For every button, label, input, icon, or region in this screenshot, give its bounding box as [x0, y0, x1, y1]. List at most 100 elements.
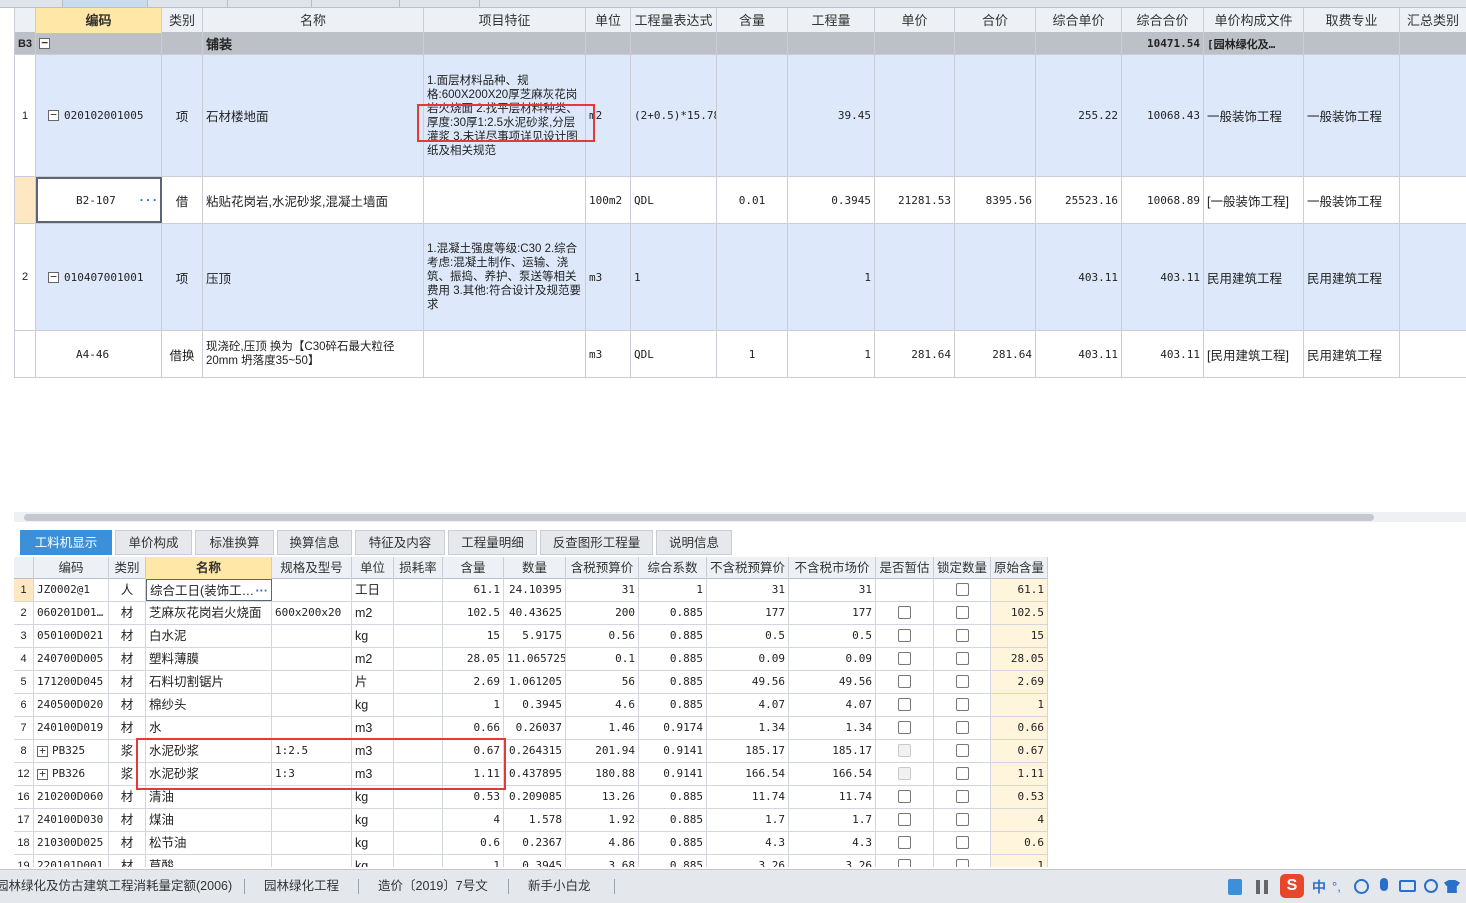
tab-standard-conversion[interactable]: 标准换算 — [195, 530, 274, 555]
cell-tax_price[interactable]: 0.1 — [566, 648, 639, 670]
row-number[interactable] — [15, 331, 36, 377]
cell-content[interactable]: 0.66 — [443, 717, 504, 739]
collapse-icon[interactable]: − — [39, 37, 50, 49]
cell-tax_price[interactable]: 1.46 — [566, 717, 639, 739]
cell-type[interactable]: 材 — [109, 602, 146, 624]
cell-tax_price[interactable]: 200 — [566, 602, 639, 624]
top-tab-4[interactable] — [228, 0, 312, 7]
cell-qty[interactable]: 0.3945 — [504, 694, 566, 716]
cell-coef[interactable]: 0.885 — [639, 625, 707, 647]
cell-spec[interactable]: 1:3 — [272, 763, 352, 785]
cell-unit[interactable] — [586, 33, 631, 54]
lock-qty-checkbox[interactable] — [955, 812, 969, 826]
cell-specialty[interactable]: 一般装饰工程 — [1304, 55, 1400, 176]
cell-tax_price[interactable]: 180.88 — [566, 763, 639, 785]
cell-name[interactable]: 粘贴花岗岩,水泥砂浆,混凝土墙面 — [203, 177, 424, 223]
cell-tax_price[interactable]: 1.92 — [566, 809, 639, 831]
cell-name[interactable]: 水 — [146, 717, 272, 739]
cell-loss[interactable] — [394, 625, 443, 647]
cell-orig[interactable]: 0.6 — [991, 832, 1048, 854]
row-number[interactable]: 2 — [14, 602, 34, 624]
boq-header-type[interactable]: 类别 — [162, 8, 203, 33]
cell-spec[interactable] — [272, 579, 352, 601]
cell-orig[interactable]: 1 — [991, 694, 1048, 716]
cell-notax_budget[interactable]: 4.07 — [707, 694, 789, 716]
boq-header-features[interactable]: 项目特征 — [424, 8, 586, 33]
resource-row[interactable]: 2 060201D01… 材芝麻灰花岗岩火烧面 600x200x20 m2 102.5 40… — [14, 602, 1048, 625]
resource-row[interactable]: 5 171200D045 材石料切割锯片片 2.69 1.061205 56 0.885 49… — [14, 671, 1048, 694]
cell-name[interactable]: 综合工日(装饰工… ··· — [146, 579, 272, 601]
cell-content[interactable]: 1 — [443, 855, 504, 867]
row-number[interactable]: 18 — [14, 832, 34, 854]
cell-tax_price[interactable]: 201.94 — [566, 740, 639, 762]
top-tab-1[interactable] — [0, 0, 63, 7]
cell-tax_price[interactable]: 56 — [566, 671, 639, 693]
cell-type[interactable]: 浆 — [109, 763, 146, 785]
cell-loss[interactable] — [394, 671, 443, 693]
boq-header-file[interactable]: 单价构成文件 — [1204, 8, 1304, 33]
cell-type[interactable]: 材 — [109, 671, 146, 693]
cell-code[interactable]: 240700D005 — [34, 648, 109, 670]
cell-content[interactable]: 61.1 — [443, 579, 504, 601]
cell-tax_price[interactable]: 0.56 — [566, 625, 639, 647]
cell-est[interactable] — [876, 855, 934, 867]
cell-file[interactable]: [民用建筑工程] — [1204, 331, 1304, 377]
lock-qty-checkbox[interactable] — [955, 697, 969, 711]
resource-header-lock[interactable]: 锁定数量 — [934, 557, 991, 579]
resource-header-coef[interactable]: 综合系数 — [639, 557, 707, 579]
tab-quantity-detail[interactable]: 工程量明细 — [448, 530, 537, 555]
cell-tax_price[interactable]: 13.26 — [566, 786, 639, 808]
cell-orig[interactable]: 1.11 — [991, 763, 1048, 785]
cell-type[interactable]: 材 — [109, 648, 146, 670]
cell-total[interactable] — [955, 33, 1036, 54]
cell-orig[interactable]: 1 — [991, 855, 1048, 867]
cell-features[interactable]: 1.面层材料品种、规格:600X200X20厚芝麻灰花岗岩火烧面 2.找平层材料… — [424, 55, 586, 176]
cell-qty[interactable]: 1.061205 — [504, 671, 566, 693]
cell-coef[interactable]: 0.885 — [639, 694, 707, 716]
cell-spec[interactable]: 600x200x20 — [272, 602, 352, 624]
boq-header-content[interactable]: 含量 — [717, 8, 788, 33]
row-number[interactable]: 3 — [14, 625, 34, 647]
cell-unit[interactable]: m2 — [586, 55, 631, 176]
cell-notax_budget[interactable]: 166.54 — [707, 763, 789, 785]
cell-lock[interactable] — [934, 786, 991, 808]
cell-lock[interactable] — [934, 855, 991, 867]
quota-row[interactable]: B2-107 ··· 借粘贴花岗岩,水泥砂浆,混凝土墙面 100m2 QDL 0.01 0.… — [15, 177, 1466, 224]
resource-header-qty[interactable]: 数量 — [504, 557, 566, 579]
cell-est[interactable] — [876, 694, 934, 716]
cell-code[interactable]: 171200D045 — [34, 671, 109, 693]
cell-code[interactable]: 240500D020 — [34, 694, 109, 716]
cell-lock[interactable] — [934, 625, 991, 647]
resource-row[interactable]: 16 210200D060 材清油 kg 0.53 0.209085 13.26 0.885 1… — [14, 786, 1048, 809]
top-tab-5[interactable] — [312, 0, 400, 7]
more-options-icon[interactable]: ··· — [255, 580, 268, 600]
cell-file[interactable]: [园林绿化及… — [1204, 33, 1304, 54]
cell-content[interactable]: 1 — [717, 331, 788, 377]
cell-coef[interactable]: 1 — [639, 579, 707, 601]
cell-orig[interactable]: 4 — [991, 809, 1048, 831]
resource-header-type[interactable]: 类别 — [109, 557, 146, 579]
top-tab-2[interactable] — [63, 0, 148, 7]
cell-qty[interactable]: 0.2367 — [504, 832, 566, 854]
cell-unit[interactable]: kg — [352, 855, 394, 867]
lock-qty-checkbox[interactable] — [955, 582, 969, 596]
cell-content[interactable]: 4 — [443, 809, 504, 831]
boq-header-specialty[interactable]: 取费专业 — [1304, 8, 1400, 33]
cell-unit[interactable]: m3 — [352, 717, 394, 739]
cell-comp_price[interactable]: 25523.16 — [1036, 177, 1122, 223]
cell-loss[interactable] — [394, 809, 443, 831]
horizontal-scrollbar[interactable] — [14, 512, 1466, 522]
cell-qty[interactable]: 1 — [788, 224, 875, 330]
boq-header-comp_total[interactable]: 综合合价 — [1122, 8, 1204, 33]
cell-code[interactable]: 050100D021 — [34, 625, 109, 647]
cell-code[interactable]: 220101D001 — [34, 855, 109, 867]
cell-notax_market[interactable]: 31 — [789, 579, 876, 601]
cell-loss[interactable] — [394, 855, 443, 867]
cell-est[interactable] — [876, 625, 934, 647]
cell-spec[interactable] — [272, 648, 352, 670]
cell-spec[interactable] — [272, 694, 352, 716]
resource-row[interactable]: 3 050100D021 材白水泥 kg 15 5.9175 0.56 0.885 0.5 0.5… — [14, 625, 1048, 648]
provisional-checkbox[interactable] — [898, 720, 911, 734]
cell-type[interactable]: 浆 — [109, 740, 146, 762]
pause-icon[interactable] — [1256, 880, 1268, 894]
